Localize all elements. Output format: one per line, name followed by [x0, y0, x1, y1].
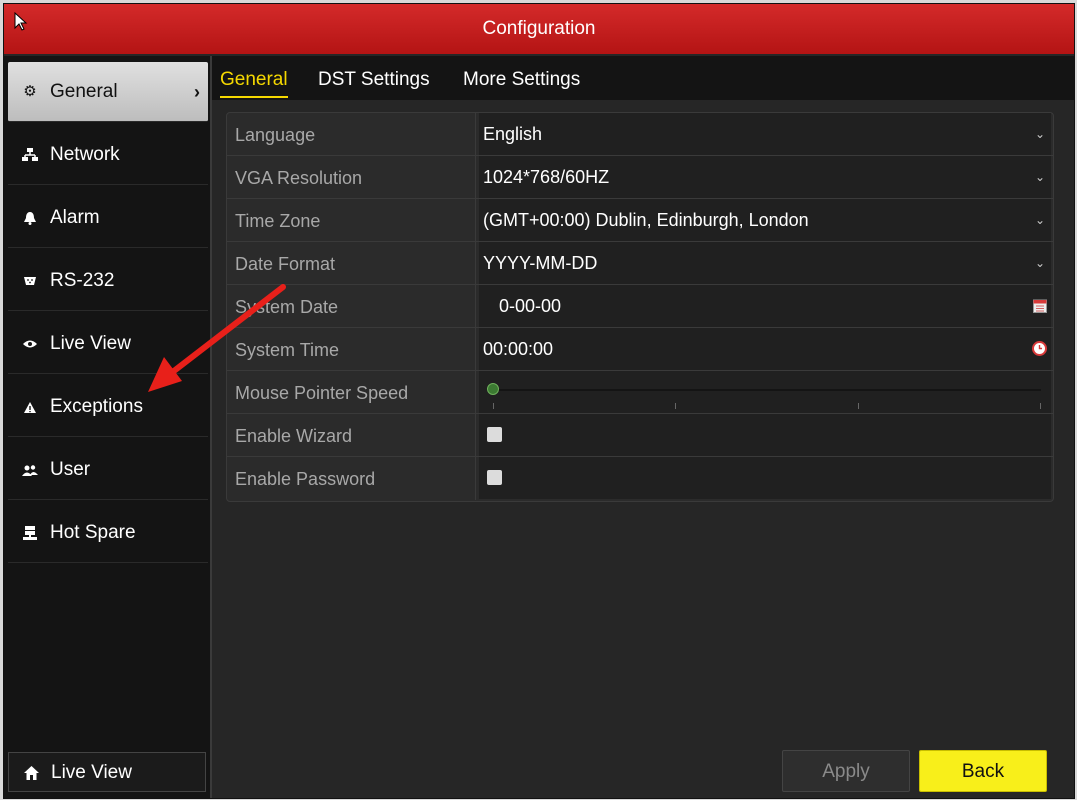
sidebar-item-alarm[interactable]: Alarm [8, 188, 208, 248]
setting-row-enable-password: Enable Password [227, 457, 1053, 500]
time-zone-label: Time Zone [235, 211, 321, 231]
setting-row-system-time: System Time 00:00:00 [227, 328, 1053, 371]
date-format-label: Date Format [235, 254, 336, 274]
setting-row-enable-wizard: Enable Wizard [227, 414, 1053, 457]
clock-icon[interactable] [1032, 341, 1047, 356]
eye-icon [20, 314, 40, 374]
sidebar-item-network[interactable]: Network [8, 125, 208, 185]
sidebar-item-user[interactable]: User [8, 440, 208, 500]
slider-handle[interactable] [487, 383, 499, 395]
chevron-down-icon: ⌄ [1034, 170, 1045, 184]
gear-icon: ⚙ [23, 83, 37, 100]
configuration-window: Configuration ⚙ General › Network Alarm [3, 3, 1075, 799]
sidebar-item-live-view[interactable]: Live View [8, 314, 208, 374]
user-icon [20, 440, 40, 500]
mouse-pointer-speed-label: Mouse Pointer Speed [235, 383, 409, 403]
enable-wizard-checkbox[interactable] [487, 427, 502, 442]
chevron-right-icon: › [194, 82, 200, 102]
mouse-cursor-icon [14, 12, 28, 31]
tab-dst-settings[interactable]: DST Settings [318, 56, 430, 100]
setting-row-date-format: Date Format YYYY-MM-DD ⌄ [227, 242, 1053, 285]
tab-more-settings[interactable]: More Settings [463, 56, 580, 100]
setting-row-system-date: System Date 0-00-00 [227, 285, 1053, 328]
sidebar-item-exceptions[interactable]: Exceptions [8, 377, 208, 437]
serial-port-icon [20, 251, 40, 311]
settings-table: Language English ⌄ VGA Resolution 1024*7… [226, 112, 1054, 502]
network-icon [20, 125, 40, 185]
sidebar-item-general[interactable]: ⚙ General › [8, 62, 208, 122]
vga-resolution-select[interactable]: 1024*768/60HZ ⌄ [479, 156, 1051, 198]
chevron-down-icon: ⌄ [1034, 256, 1045, 270]
sidebar: ⚙ General › Network Alarm RS-232 Live Vi… [4, 56, 212, 798]
title-bar: Configuration [4, 4, 1074, 54]
setting-row-vga-resolution: VGA Resolution 1024*768/60HZ ⌄ [227, 156, 1053, 199]
mouse-pointer-speed-slider[interactable] [479, 371, 1051, 413]
sidebar-item-rs232[interactable]: RS-232 [8, 251, 208, 311]
warning-icon [20, 377, 40, 437]
system-time-label: System Time [235, 340, 340, 360]
setting-row-language: Language English ⌄ [227, 113, 1053, 156]
home-icon [21, 753, 41, 793]
chevron-down-icon: ⌄ [1034, 127, 1045, 141]
vga-resolution-label: VGA Resolution [235, 168, 363, 188]
setting-row-time-zone: Time Zone (GMT+00:00) Dublin, Edinburgh,… [227, 199, 1053, 242]
time-zone-select[interactable]: (GMT+00:00) Dublin, Edinburgh, London ⌄ [479, 199, 1051, 241]
setting-row-mouse-pointer-speed: Mouse Pointer Speed [227, 371, 1053, 414]
calendar-icon[interactable] [1033, 298, 1047, 313]
date-format-select[interactable]: YYYY-MM-DD ⌄ [479, 242, 1051, 284]
language-label: Language [235, 125, 316, 145]
window-title: Configuration [482, 18, 596, 39]
chevron-down-icon: ⌄ [1034, 213, 1045, 227]
enable-password-checkbox[interactable] [487, 470, 502, 485]
language-select[interactable]: English ⌄ [479, 113, 1051, 155]
system-date-input[interactable]: 0-00-00 [479, 285, 1051, 327]
enable-wizard-label: Enable Wizard [235, 426, 353, 446]
back-button[interactable]: Back [919, 750, 1047, 792]
apply-button[interactable]: Apply [782, 750, 910, 792]
live-view-button[interactable]: Live View [8, 752, 206, 792]
alarm-icon [20, 188, 40, 248]
sidebar-item-hot-spare[interactable]: Hot Spare [8, 503, 208, 563]
tab-bar: General DST Settings More Settings [212, 56, 1074, 100]
system-date-label: System Date [235, 297, 339, 317]
server-icon [20, 503, 40, 563]
slider-track[interactable] [493, 389, 1041, 391]
enable-password-label: Enable Password [235, 469, 376, 489]
system-time-input[interactable]: 00:00:00 [479, 328, 1051, 370]
tab-general[interactable]: General [220, 56, 288, 98]
